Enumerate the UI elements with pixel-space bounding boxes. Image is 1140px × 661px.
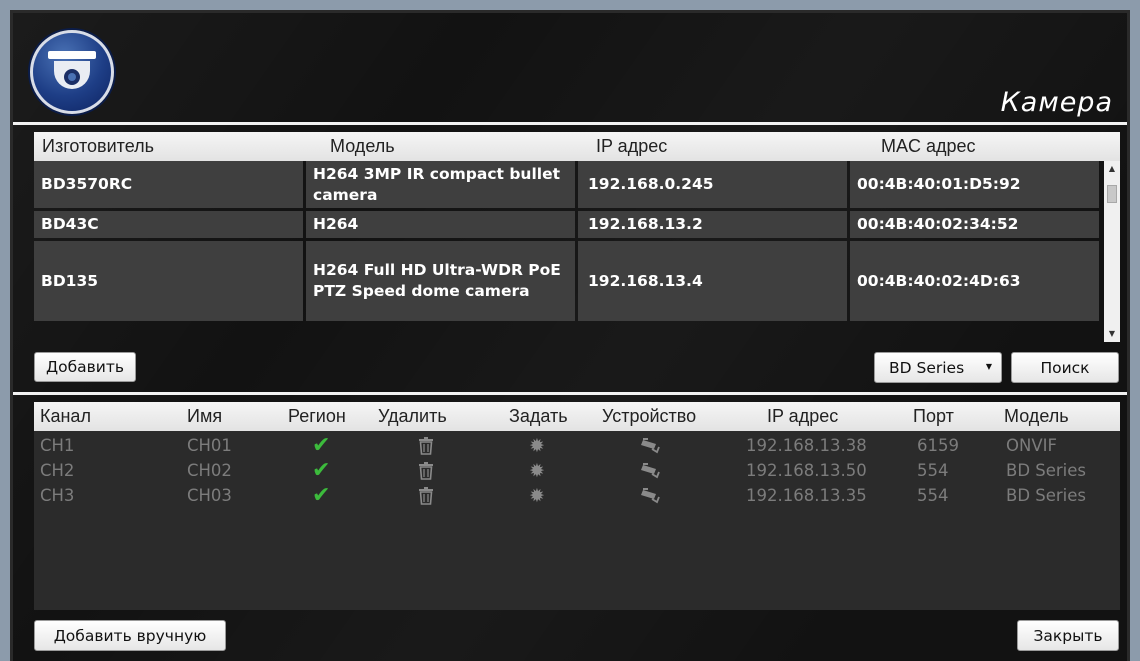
column-delete[interactable]: Удалить (378, 402, 447, 431)
cell-name: CH01 (187, 436, 232, 455)
middle-divider (13, 392, 1127, 395)
vertical-scrollbar[interactable]: ▲ ▼ (1104, 161, 1120, 342)
cell-port: 554 (917, 486, 949, 505)
column-port[interactable]: Порт (913, 402, 954, 431)
column-region[interactable]: Регион (288, 402, 346, 431)
checkmark-icon[interactable]: ✔ (312, 458, 330, 483)
cell-vendor: BD135 (34, 241, 303, 321)
column-model[interactable]: Модель (1004, 402, 1069, 431)
cell-model: H264 3MP IR compact bullet camera (306, 161, 575, 208)
camera-dialog: Камера Изготовитель Модель IP адрес MAC … (10, 10, 1130, 661)
table-row[interactable]: CH1 CH01 ✔ ✹ 192.168.13.38 6159 ONVIF (34, 433, 1120, 458)
column-device[interactable]: Устройство (602, 402, 696, 431)
cell-ip: 192.168.13.4 (578, 241, 847, 321)
cell-ip: 192.168.0.245 (578, 161, 847, 208)
table-row[interactable]: BD43C H264 192.168.13.2 00:4B:40:02:34:5… (34, 211, 1102, 238)
cell-model: BD Series (1006, 461, 1087, 480)
column-ip[interactable]: IP адрес (574, 132, 851, 161)
cell-port: 6159 (917, 436, 959, 455)
table-row[interactable]: BD3570RC H264 3MP IR compact bullet came… (34, 161, 1102, 208)
add-manually-button[interactable]: Добавить вручную (34, 620, 226, 651)
scroll-up-icon[interactable]: ▲ (1104, 161, 1120, 177)
cell-channel: CH2 (40, 461, 75, 480)
dome-camera-icon (30, 30, 114, 114)
channel-table: Канал Имя Регион Удалить Задать Устройст… (34, 402, 1120, 610)
camera-icon[interactable] (641, 433, 661, 458)
gear-icon[interactable]: ✹ (529, 483, 545, 508)
cell-ip: 192.168.13.2 (578, 211, 847, 238)
checkmark-icon[interactable]: ✔ (312, 433, 330, 458)
column-ip[interactable]: IP адрес (767, 402, 838, 431)
cell-model: H264 Full HD Ultra-WDR PoE PTZ Speed dom… (306, 241, 575, 321)
column-channel[interactable]: Канал (40, 402, 91, 431)
cell-channel: CH1 (40, 436, 75, 455)
checkmark-icon[interactable]: ✔ (312, 483, 330, 508)
cell-mac: 00:4B:40:02:34:52 (850, 211, 1099, 238)
cell-vendor: BD43C (34, 211, 303, 238)
page-title: Камера (1000, 87, 1113, 118)
series-select-value: BD Series (889, 358, 965, 377)
trash-icon[interactable] (418, 433, 434, 458)
cell-channel: CH3 (40, 486, 75, 505)
series-select[interactable]: BD Series ▼ (874, 352, 1002, 383)
scroll-down-icon[interactable]: ▼ (1104, 326, 1120, 342)
column-mac[interactable]: MAC адрес (851, 132, 1106, 161)
column-model[interactable]: Модель (304, 132, 574, 161)
cell-ip: 192.168.13.38 (746, 436, 867, 455)
table-row[interactable]: CH2 CH02 ✔ ✹ 192.168.13.50 554 BD Series (34, 458, 1120, 483)
gear-icon[interactable]: ✹ (529, 458, 545, 483)
chevron-down-icon: ▼ (985, 362, 992, 371)
camera-icon[interactable] (641, 458, 661, 483)
channel-table-header: Канал Имя Регион Удалить Задать Устройст… (34, 402, 1120, 431)
cell-ip: 192.168.13.50 (746, 461, 867, 480)
top-divider (13, 122, 1127, 125)
cell-name: CH03 (187, 486, 232, 505)
cell-model: BD Series (1006, 486, 1087, 505)
close-button[interactable]: Закрыть (1017, 620, 1119, 651)
column-name[interactable]: Имя (187, 402, 222, 431)
cell-port: 554 (917, 461, 949, 480)
table-row[interactable]: BD135 H264 Full HD Ultra-WDR PoE PTZ Spe… (34, 241, 1102, 321)
column-vendor[interactable]: Изготовитель (34, 132, 304, 161)
cell-mac: 00:4B:40:02:4D:63 (850, 241, 1099, 321)
add-button[interactable]: Добавить (34, 352, 136, 382)
scroll-thumb[interactable] (1107, 185, 1117, 203)
gear-icon[interactable]: ✹ (529, 433, 545, 458)
column-set[interactable]: Задать (509, 402, 568, 431)
cell-name: CH02 (187, 461, 232, 480)
table-row[interactable]: CH3 CH03 ✔ ✹ 192.168.13.35 554 BD Series (34, 483, 1120, 508)
device-table: Изготовитель Модель IP адрес MAC адрес B… (34, 132, 1120, 342)
cell-vendor: BD3570RC (34, 161, 303, 208)
search-button[interactable]: Поиск (1011, 352, 1119, 383)
cell-model: H264 (306, 211, 575, 238)
cell-model: ONVIF (1006, 436, 1057, 455)
trash-icon[interactable] (418, 458, 434, 483)
cell-ip: 192.168.13.35 (746, 486, 867, 505)
device-table-body: BD3570RC H264 3MP IR compact bullet came… (34, 161, 1102, 324)
cell-mac: 00:4B:40:01:D5:92 (850, 161, 1099, 208)
camera-icon[interactable] (641, 483, 661, 508)
device-table-header: Изготовитель Модель IP адрес MAC адрес (34, 132, 1120, 161)
trash-icon[interactable] (418, 483, 434, 508)
